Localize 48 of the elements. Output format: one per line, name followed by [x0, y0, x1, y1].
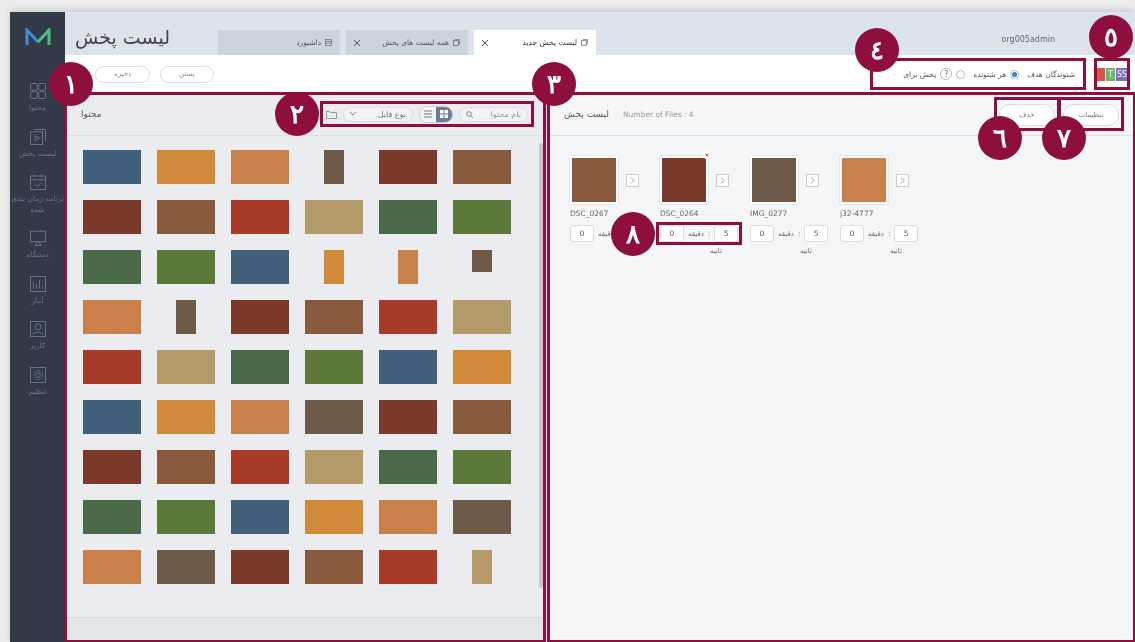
grid-view-button[interactable] [436, 106, 452, 122]
panel-title: لیست پخش [564, 109, 609, 119]
photo-placeholder[interactable] [570, 156, 618, 204]
file-type-dropdown[interactable]: نوع فایل [343, 106, 413, 122]
play-pages-icon[interactable] [28, 127, 47, 146]
grid-icon [440, 110, 448, 118]
callout-badge: ٤ [855, 28, 899, 72]
tag[interactable] [1095, 67, 1105, 81]
username[interactable]: org005admin [1001, 35, 1055, 44]
close-icon[interactable] [703, 151, 711, 159]
chevron-right-icon [720, 176, 725, 184]
dashboard-icon [325, 39, 332, 46]
next-button[interactable] [716, 173, 729, 187]
logo-icon[interactable] [24, 28, 51, 46]
chevron-down-icon [350, 112, 356, 116]
callout-badge: ٢ [275, 92, 319, 136]
close-icon[interactable] [354, 39, 360, 46]
photo-placeholder[interactable] [660, 156, 708, 204]
folder-icon[interactable] [326, 109, 337, 119]
monitor-icon[interactable] [28, 229, 47, 247]
search-icon [466, 110, 473, 118]
panel-title: محتوا [81, 109, 102, 119]
callout-badge: ٨ [611, 211, 655, 256]
chevron-right-icon [630, 176, 635, 184]
settings-icon[interactable] [28, 365, 47, 384]
pages-icon [581, 39, 588, 46]
chevron-right-icon [810, 176, 815, 184]
list-icon [424, 110, 432, 118]
page-title: لیست پخش [75, 25, 171, 48]
photo-placeholder[interactable] [750, 156, 798, 204]
callout-badge: ٦ [978, 116, 1022, 160]
list-view-button[interactable] [420, 106, 436, 122]
next-button[interactable] [806, 173, 819, 187]
radio-button[interactable] [1010, 69, 1020, 79]
bar-chart-icon[interactable] [28, 274, 47, 293]
calendar-icon[interactable] [28, 173, 47, 191]
grid-icon[interactable] [28, 82, 47, 100]
callout-badge: ٧ [1042, 116, 1086, 160]
chevron-right-icon [900, 176, 905, 184]
next-button[interactable] [896, 173, 909, 187]
search-field[interactable]: نام محتوا [459, 106, 528, 122]
pages-icon [453, 39, 460, 46]
close-icon[interactable] [482, 39, 488, 46]
next-button[interactable] [626, 173, 639, 187]
user-icon[interactable] [28, 320, 47, 338]
scrollbar[interactable] [539, 143, 543, 588]
radio-button[interactable] [956, 69, 966, 79]
tag[interactable]: SS [1115, 67, 1129, 81]
